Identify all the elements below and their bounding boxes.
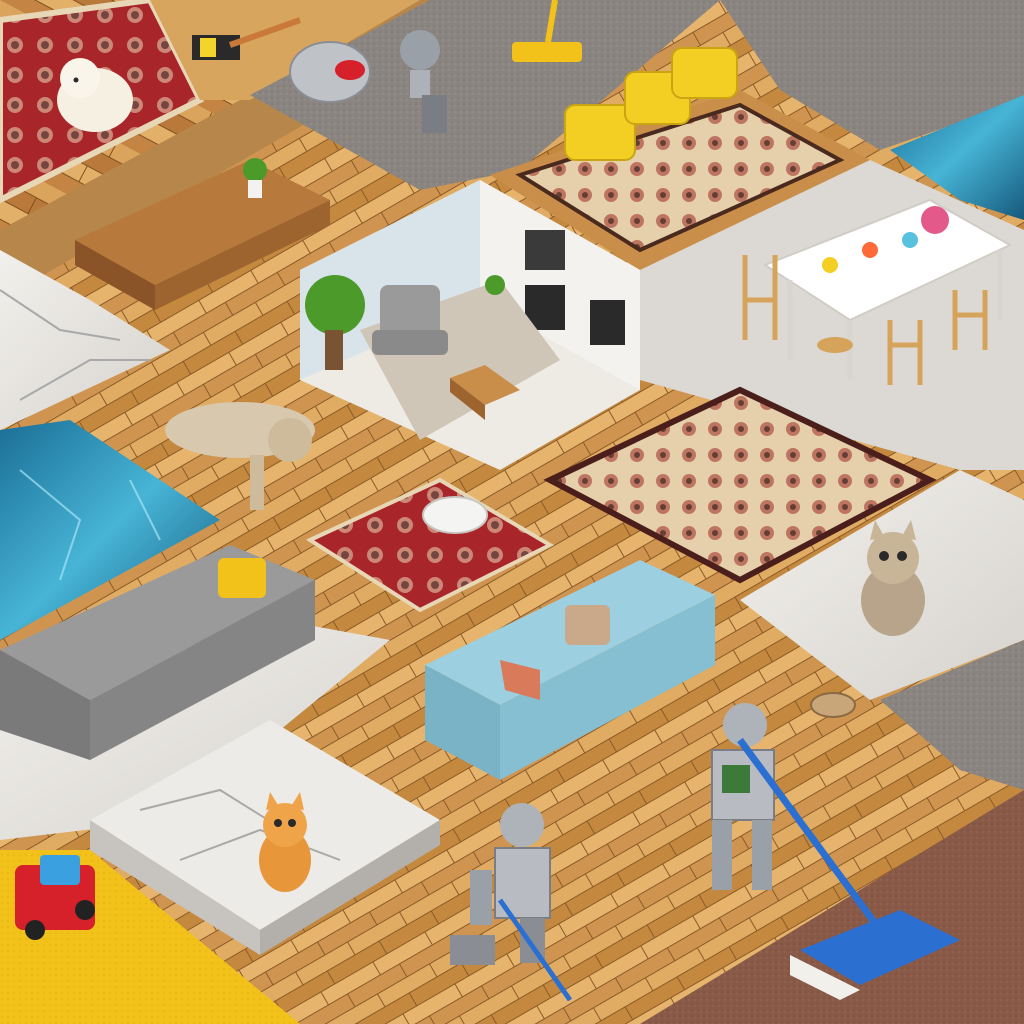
- cat-icon: [259, 792, 311, 892]
- toy-car-icon: [15, 855, 95, 940]
- kitchen-oven-right: [590, 300, 625, 345]
- flooring-collage-scene: [0, 0, 1024, 1024]
- scene-illustration: [0, 0, 1024, 1024]
- kitchen-oven-top: [525, 230, 565, 270]
- chair-icon: [372, 285, 448, 355]
